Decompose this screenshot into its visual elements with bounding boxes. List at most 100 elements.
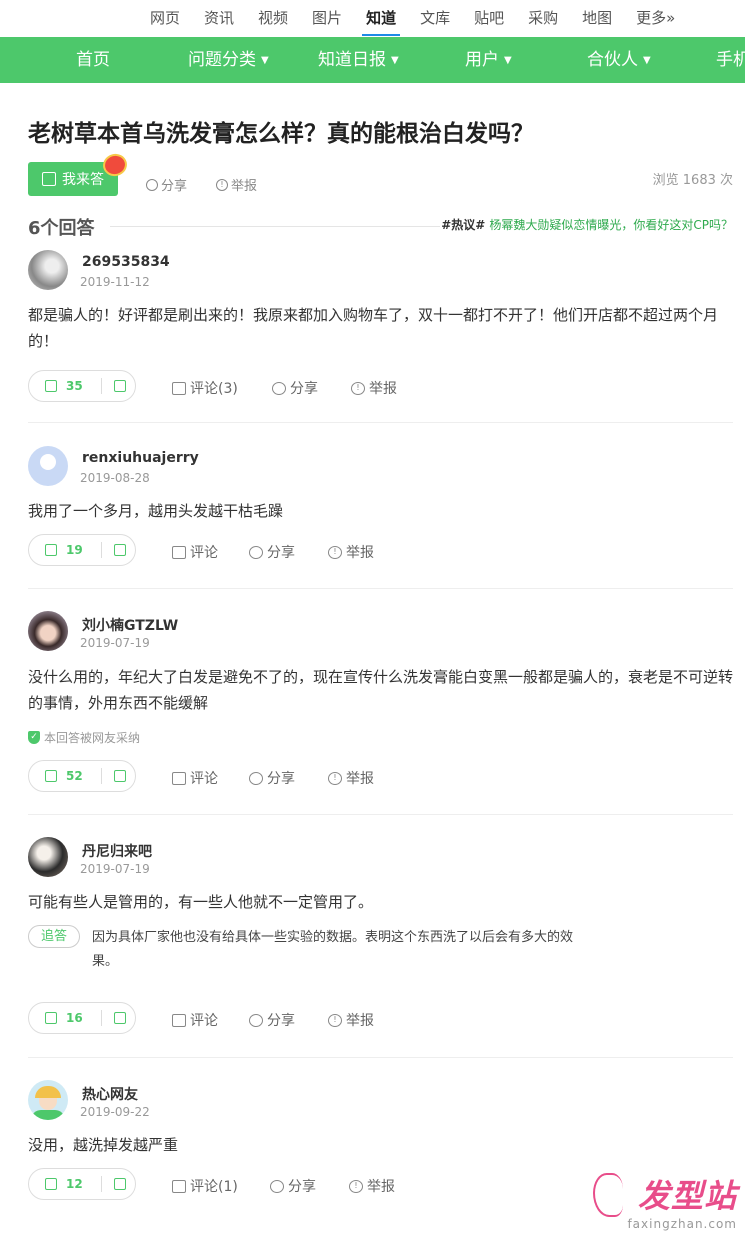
report-button[interactable]: ! 举报 [328, 542, 374, 562]
category-partners[interactable]: 合伙人 ▼ [587, 37, 651, 83]
top-nav-images[interactable]: 图片 [300, 0, 354, 37]
answer-date: 2019-11-12 [80, 275, 150, 289]
divider [28, 814, 733, 815]
share-icon [249, 545, 263, 559]
hot-topic-text: 杨幂魏大勋疑似恋情曝光，你看好这对CP吗？ [489, 218, 733, 232]
top-nav-more[interactable]: 更多» [624, 0, 687, 37]
share-button[interactable]: 分享 [249, 1010, 295, 1030]
report-button[interactable]: ! 举报 [349, 1176, 395, 1196]
divider [28, 1057, 733, 1058]
comment-button[interactable]: 评论(3) [172, 378, 238, 398]
top-nav-web[interactable]: 网页 [138, 0, 192, 37]
answer-content: 可能有些人是管用的，有一些人他就不一定管用了。 [28, 893, 374, 911]
upvote-button[interactable]: 52 [29, 769, 101, 783]
avatar[interactable] [28, 1080, 68, 1120]
thumbs-up-icon [45, 1178, 57, 1190]
username[interactable]: 热心网友 [82, 1084, 138, 1104]
category-home[interactable]: 首页 [76, 37, 110, 83]
comment-button[interactable]: 评论 [172, 768, 218, 788]
question-title: 老树草本首乌洗发膏怎么样？真的能根治白发吗？ [28, 121, 534, 147]
category-mobile[interactable]: 手机 [716, 37, 745, 83]
vote-box: 16 [28, 1002, 136, 1034]
comment-icon [172, 1179, 186, 1193]
avatar[interactable] [28, 446, 68, 486]
chevron-down-icon: ▼ [504, 55, 512, 66]
avatar[interactable] [28, 611, 68, 651]
category-daily[interactable]: 知道日报 ▼ [318, 37, 399, 83]
top-nav-tieba[interactable]: 贴吧 [462, 0, 516, 37]
chevron-down-icon: ▼ [261, 55, 269, 66]
watermark: 发型站 faxingzhan.com [593, 1171, 737, 1231]
vote-box: 35 [28, 370, 136, 402]
question-share-button[interactable]: 分享 [146, 175, 187, 194]
answer-content: 都是骗人的！好评都是刷出来的！我原来都加入购物车了，双十一都打不开了！他们开店都… [28, 306, 719, 350]
view-count: 浏览 1683 次 [652, 173, 733, 188]
share-button[interactable]: 分享 [272, 378, 318, 398]
top-nav-zhidao[interactable]: 知道 [354, 0, 408, 37]
answer-item: renxiuhuajerry 2019-08-28 我用了一个多月，越用头发越干… [28, 446, 733, 576]
share-icon [270, 1179, 284, 1193]
username[interactable]: 丹尼归来吧 [82, 841, 152, 861]
answer-date: 2019-07-19 [80, 636, 150, 650]
avatar[interactable] [28, 837, 68, 877]
avatar[interactable] [28, 250, 68, 290]
upvote-button[interactable]: 12 [29, 1177, 101, 1191]
category-users[interactable]: 用户 ▼ [465, 37, 512, 83]
report-button[interactable]: ! 举报 [328, 1010, 374, 1030]
chevron-down-icon: ▼ [643, 55, 651, 66]
top-nav-news[interactable]: 资讯 [192, 0, 246, 37]
comment-button[interactable]: 评论 [172, 1010, 218, 1030]
username[interactable]: renxiuhuajerry [82, 450, 199, 466]
comment-button[interactable]: 评论 [172, 542, 218, 562]
thumbs-down-icon[interactable] [114, 1012, 126, 1024]
comment-icon [172, 545, 186, 559]
share-button[interactable]: 分享 [270, 1176, 316, 1196]
answer-item: 刘小楠GTZLW 2019-07-19 没什么用的，年纪大了白发是避免不了的，现… [28, 611, 733, 801]
upvote-button[interactable]: 16 [29, 1011, 101, 1025]
answers-count: 6个回答 [28, 218, 95, 239]
share-icon [146, 178, 158, 191]
alert-icon: ! [216, 178, 228, 191]
alert-icon: ! [328, 545, 342, 559]
answer-item: 丹尼归来吧 2019-07-19 可能有些人是管用的，有一些人他就不一定管用了。… [28, 837, 733, 1047]
vote-box: 19 [28, 534, 136, 566]
thumbs-down-icon[interactable] [114, 380, 126, 392]
upvote-button[interactable]: 19 [29, 543, 101, 557]
vote-box: 12 [28, 1168, 136, 1200]
comment-button[interactable]: 评论(1) [172, 1176, 238, 1196]
thumbs-down-icon[interactable] [114, 1178, 126, 1190]
vote-box: 52 [28, 760, 136, 792]
answer-content: 我用了一个多月，越用头发越干枯毛躁 [28, 502, 284, 520]
upvote-button[interactable]: 35 [29, 379, 101, 393]
share-button[interactable]: 分享 [249, 542, 295, 562]
thumbs-down-icon[interactable] [114, 770, 126, 782]
divider [110, 226, 440, 227]
username[interactable]: 刘小楠GTZLW [82, 615, 178, 635]
answer-date: 2019-09-22 [80, 1105, 150, 1119]
divider [28, 588, 733, 589]
answer-date: 2019-07-19 [80, 862, 150, 876]
alert-icon: ! [328, 1013, 342, 1027]
category-question-types[interactable]: 问题分类 ▼ [188, 37, 269, 83]
alert-icon: ! [351, 381, 365, 395]
share-icon [272, 381, 286, 395]
comment-icon [172, 1013, 186, 1027]
top-nav-purchase[interactable]: 采购 [516, 0, 570, 37]
question-report-button[interactable]: ! 举报 [216, 175, 257, 194]
category-bar: 首页 问题分类 ▼ 知道日报 ▼ 用户 ▼ 合伙人 ▼ 手机 [0, 37, 745, 83]
answer-item: 269535834 2019-11-12 都是骗人的！好评都是刷出来的！我原来都… [28, 250, 733, 410]
report-button[interactable]: ! 举报 [351, 378, 397, 398]
watermark-logo: 发型站 [637, 1177, 737, 1215]
report-button[interactable]: ! 举报 [328, 768, 374, 788]
username[interactable]: 269535834 [82, 254, 170, 270]
top-nav-video[interactable]: 视频 [246, 0, 300, 37]
thumbs-down-icon[interactable] [114, 544, 126, 556]
thumbs-up-icon [45, 544, 57, 556]
share-button[interactable]: 分享 [249, 768, 295, 788]
top-nav-map[interactable]: 地图 [570, 0, 624, 37]
top-nav-wenku[interactable]: 文库 [408, 0, 462, 37]
share-icon [249, 771, 263, 785]
comment-icon [172, 381, 186, 395]
hot-topic-link[interactable]: #热议# 杨幂魏大勋疑似恋情曝光，你看好这对CP吗？ [441, 216, 733, 233]
follow-up-text: 因为具体厂家他也没有给具体一些实验的数据。表明这个东西洗了以后会有多大的效果。 [92, 930, 574, 969]
